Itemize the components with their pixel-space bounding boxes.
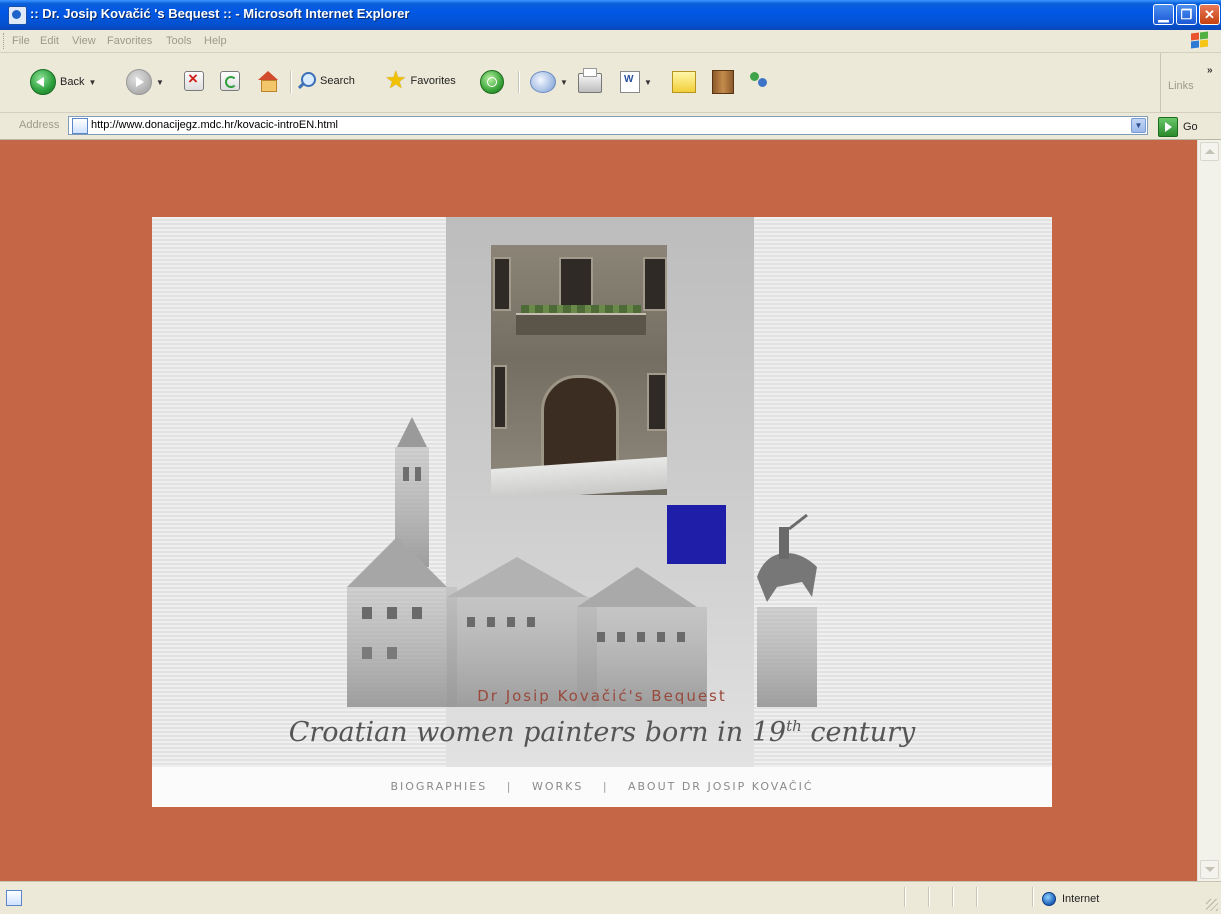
nav-biographies[interactable]: BIOGRAPHIES [390, 780, 487, 793]
search-icon [296, 71, 316, 91]
resize-grip[interactable] [1206, 899, 1218, 911]
building-photo [491, 245, 667, 495]
subtitle-ordinal: th [786, 717, 802, 735]
stop-icon [184, 69, 204, 91]
edit-button[interactable]: ▼ [620, 71, 652, 93]
menu-grip [3, 33, 7, 49]
address-input[interactable]: http://www.donacijegz.mdc.hr/kovacic-int… [68, 116, 1148, 135]
close-button[interactable]: ✕ [1199, 4, 1220, 25]
folder-note-icon [672, 71, 696, 93]
intro-card: Dr Josip Kovačić's Bequest Croatian wome… [152, 217, 1052, 807]
menu-file[interactable]: File [12, 35, 30, 47]
back-arrow-icon [30, 69, 56, 95]
print-button[interactable] [578, 68, 602, 93]
back-dropdown-icon[interactable]: ▼ [88, 78, 96, 87]
vertical-scrollbar[interactable] [1197, 140, 1221, 881]
status-bar: Internet [0, 881, 1221, 914]
go-button[interactable]: Go [1158, 117, 1198, 137]
go-arrow-icon [1158, 117, 1178, 137]
home-button[interactable] [257, 71, 279, 92]
refresh-button[interactable] [220, 71, 240, 91]
menu-help[interactable]: Help [204, 35, 227, 47]
print-icon [578, 68, 602, 93]
address-url[interactable]: http://www.donacijegz.mdc.hr/kovacic-int… [91, 119, 338, 131]
favorites-star-icon: ★ [385, 67, 407, 94]
refresh-icon [220, 71, 240, 91]
word-edit-icon [620, 71, 640, 93]
edit-dropdown-icon[interactable]: ▼ [644, 78, 652, 87]
minimize-button[interactable]: ▁ [1153, 4, 1174, 25]
windows-logo-icon [1185, 31, 1211, 50]
security-zone: Internet [1042, 892, 1099, 906]
nav-works[interactable]: WORKS [532, 780, 583, 793]
go-label: Go [1183, 121, 1198, 133]
page-icon [72, 118, 88, 134]
scroll-up-button[interactable] [1200, 142, 1219, 161]
home-icon [257, 71, 279, 92]
internet-globe-icon [1042, 892, 1056, 906]
back-button[interactable]: Back ▼ [30, 69, 96, 95]
media-icon [480, 70, 504, 94]
status-pane [1032, 887, 1034, 907]
blue-square-enter-link[interactable] [667, 505, 726, 564]
zone-label: Internet [1062, 893, 1100, 905]
toolbar-overflow-chevron-icon[interactable]: » [1207, 65, 1213, 76]
toolbar-separator [290, 71, 292, 93]
forward-button[interactable]: ▼ [126, 69, 164, 95]
maximize-button[interactable]: ❐ [1176, 4, 1197, 25]
forward-arrow-icon [126, 69, 152, 95]
address-dropdown-icon[interactable]: ▼ [1131, 118, 1146, 133]
scroll-down-button[interactable] [1200, 860, 1219, 879]
menu-bar: File Edit View Favorites Tools Help [0, 30, 1221, 53]
toolbar-separator [518, 71, 520, 93]
subtitle-end: century [801, 717, 916, 748]
menu-favorites[interactable]: Favorites [107, 35, 152, 47]
page-viewport: Dr Josip Kovačić's Bequest Croatian wome… [0, 140, 1197, 881]
back-label: Back [60, 76, 85, 88]
nav-separator: | [506, 780, 513, 793]
main-nav: BIOGRAPHIES | WORKS | ABOUT DR JOSIP KOV… [152, 767, 1052, 807]
menu-edit[interactable]: Edit [40, 35, 59, 47]
discuss-button[interactable] [672, 71, 696, 93]
stop-button[interactable] [184, 69, 204, 91]
links-toolbar[interactable]: Links [1160, 53, 1194, 112]
status-pane [928, 887, 930, 907]
title-bar: :: Dr. Josip Kovačić 's Bequest :: - Mic… [0, 0, 1221, 30]
menu-tools[interactable]: Tools [166, 35, 192, 47]
address-bar: Address http://www.donacijegz.mdc.hr/kov… [0, 113, 1221, 140]
status-pane [976, 887, 978, 907]
links-label: Links [1168, 80, 1194, 92]
mail-dropdown-icon[interactable]: ▼ [560, 78, 568, 87]
status-pane [904, 887, 906, 907]
window-title: :: Dr. Josip Kovačić 's Bequest :: - Mic… [30, 6, 410, 21]
research-button[interactable] [712, 70, 734, 94]
subtitle-main: Croatian women painters born in 19 [288, 717, 787, 748]
favorites-button[interactable]: ★ Favorites [385, 69, 456, 93]
ie-page-icon[interactable] [8, 6, 27, 25]
page-subtitle: Croatian women painters born in 19th cen… [152, 717, 1052, 748]
status-pane [952, 887, 954, 907]
mail-button[interactable]: ▼ [530, 71, 568, 93]
status-page-icon [6, 890, 22, 906]
favorites-label: Favorites [410, 75, 456, 87]
messenger-button[interactable] [748, 70, 770, 92]
search-label: Search [320, 75, 355, 87]
search-button[interactable]: Search [296, 71, 355, 91]
standard-toolbar: Back ▼ ▼ Search ★ Favorites ▼ ▼ [0, 53, 1221, 113]
bequest-title: Dr Josip Kovačić's Bequest [477, 687, 727, 705]
research-book-icon [712, 70, 734, 94]
messenger-icon [748, 70, 770, 92]
address-label: Address [19, 119, 60, 131]
mail-icon [530, 71, 556, 93]
media-button[interactable] [480, 70, 504, 94]
nav-about[interactable]: ABOUT DR JOSIP KOVAČIĆ [628, 780, 814, 793]
forward-dropdown-icon[interactable]: ▼ [156, 78, 164, 87]
nav-separator: | [602, 780, 609, 793]
menu-view[interactable]: View [72, 35, 96, 47]
